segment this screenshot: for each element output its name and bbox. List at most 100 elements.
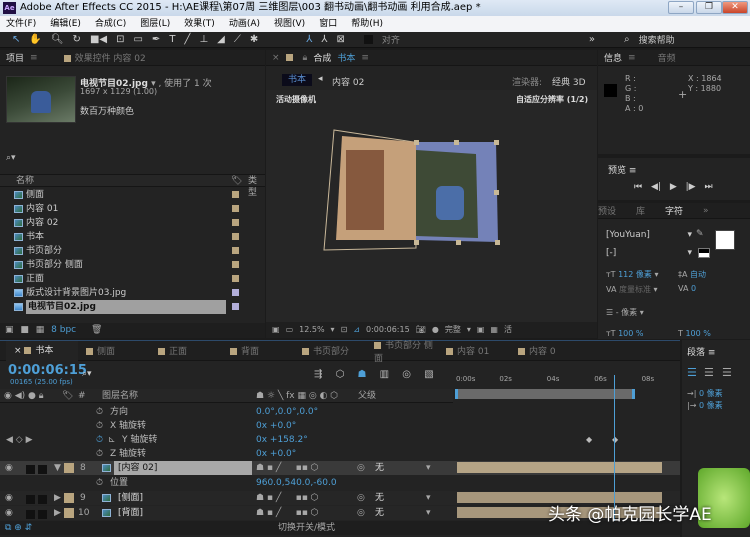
type-tool-icon[interactable]: T — [169, 34, 175, 45]
play-button[interactable]: ▶ — [670, 182, 677, 192]
selection-tool-icon[interactable]: ↖ — [12, 34, 20, 45]
label-swatch[interactable] — [232, 191, 239, 198]
parent-dropdown[interactable]: 无 — [375, 506, 384, 520]
fill-color-swatch[interactable] — [715, 230, 735, 250]
tab-comp-name[interactable]: 书本 — [337, 51, 355, 64]
label-swatch[interactable] — [232, 303, 239, 310]
layer-switches-toggle-icon[interactable]: ⧉ ⊕ ⇵ — [5, 521, 32, 535]
visibility-icon[interactable]: ◉ — [5, 506, 13, 520]
quality-dropdown[interactable]: 完整 — [445, 322, 461, 338]
menu-effect[interactable]: 效果(T) — [184, 16, 215, 32]
panel-menu-icon[interactable]: ≡ — [628, 53, 636, 63]
brush-tool-icon[interactable]: ╱ — [184, 34, 190, 45]
panel-overflow-icon[interactable]: » — [703, 206, 709, 216]
parent-dropdown[interactable]: 无 — [375, 491, 384, 505]
layer-name[interactable]: [侧面] — [118, 491, 143, 505]
draft-3d-icon[interactable]: ⬡ — [336, 369, 345, 380]
tab-paragraph[interactable]: 段落 — [687, 348, 705, 358]
align-center-icon[interactable]: ☰ — [704, 366, 714, 379]
tab-presets[interactable]: 预设 — [598, 204, 616, 217]
property-value[interactable]: 0x +158.2° — [256, 433, 308, 447]
monitor-icon[interactable]: ▭ — [286, 322, 294, 338]
menu-animation[interactable]: 动画(A) — [229, 16, 260, 32]
indent-left-value[interactable]: 0 像素 — [699, 389, 723, 398]
graph-icon[interactable]: ⊾ — [108, 433, 116, 447]
comp-flowchart-icon[interactable]: ⇶ — [314, 369, 322, 380]
last-frame-button[interactable]: ⏭ — [704, 182, 712, 192]
project-item[interactable]: 正面 — [0, 272, 265, 286]
chevron-down-icon[interactable]: ▾ — [426, 461, 431, 475]
panel-menu-icon[interactable]: ≡ — [361, 53, 369, 63]
column-number[interactable]: # — [78, 389, 86, 403]
pickwhip-icon[interactable]: ◎ — [357, 506, 365, 520]
menu-layer[interactable]: 图层(L) — [140, 16, 170, 32]
project-item[interactable]: 内容 01 — [0, 202, 265, 216]
chevron-down-icon[interactable]: ▾ — [426, 491, 431, 505]
column-layer-name[interactable]: 图层名称 — [102, 389, 138, 403]
font-style-dropdown[interactable]: [-] ▾ — [606, 248, 692, 258]
project-item[interactable]: 书页部分 — [0, 244, 265, 258]
tab-character[interactable]: 字符 — [665, 204, 683, 217]
expand-arrow-icon[interactable]: ▼ — [54, 461, 61, 475]
column-parent[interactable]: 父级 — [358, 389, 376, 403]
next-frame-button[interactable]: |▶ — [686, 182, 696, 192]
pen-tool-icon[interactable]: ✒ — [152, 34, 160, 45]
menu-edit[interactable]: 编辑(E) — [50, 16, 81, 32]
label-swatch[interactable] — [64, 493, 74, 503]
snapshot-icon[interactable]: 📷︎ — [416, 322, 426, 338]
channel-icon[interactable]: ● — [432, 322, 439, 338]
stopwatch-icon[interactable]: ⏱︎ — [96, 419, 103, 433]
close-button[interactable]: ✕ — [722, 1, 748, 14]
stopwatch-icon[interactable]: ⏱︎ — [96, 433, 103, 447]
label-swatch[interactable] — [232, 247, 239, 254]
label-swatch[interactable] — [64, 463, 74, 473]
layer-bar-8[interactable] — [457, 462, 662, 473]
project-item[interactable]: 电视节目02.jpg — [0, 300, 265, 314]
tracking-value[interactable]: 0 — [691, 284, 696, 293]
view-axis-icon[interactable]: ⊠ — [336, 34, 344, 45]
new-folder-icon[interactable]: ■ — [20, 325, 29, 335]
clone-stamp-tool-icon[interactable]: ⊥ — [199, 34, 208, 45]
project-item[interactable]: 版式设计背景图片03.jpg — [0, 286, 265, 300]
eyedropper-icon[interactable]: ✎ — [696, 229, 704, 239]
transparency-grid-icon[interactable]: ⊿ — [353, 322, 360, 338]
tab-effect-controls[interactable]: 效果控件 内容 02 — [75, 54, 146, 64]
frame-blending-icon[interactable]: ▥ — [380, 369, 389, 380]
tab-timeline-0[interactable]: × 书本 — [6, 340, 78, 361]
tab-preview[interactable]: 预览 — [608, 166, 626, 176]
keyframe-icon[interactable]: ◆ — [586, 435, 592, 444]
breadcrumb-active[interactable]: 书本 — [282, 74, 312, 86]
menu-view[interactable]: 视图(V) — [274, 16, 305, 32]
property-value[interactable]: 0x +0.0° — [256, 419, 296, 433]
label-column-icon[interactable]: 🏷︎ — [231, 175, 242, 187]
expand-arrow-icon[interactable]: ▶ — [54, 491, 61, 505]
puppet-pin-tool-icon[interactable]: ✱ — [250, 34, 258, 45]
tab-timeline-2[interactable]: 正面 — [150, 344, 222, 357]
viewer-timecode[interactable]: 0:00:06:15 — [366, 322, 410, 338]
roi-icon[interactable]: ▣ — [477, 322, 485, 338]
menu-help[interactable]: 帮助(H) — [351, 16, 383, 32]
project-item[interactable]: 侧面 — [0, 188, 265, 202]
align-right-icon[interactable]: ☰ — [722, 366, 732, 379]
default-colors-icon[interactable] — [698, 248, 710, 258]
snap-checkbox[interactable] — [363, 35, 373, 44]
stopwatch-icon[interactable]: ⏱︎ — [96, 405, 103, 419]
label-swatch[interactable] — [232, 205, 239, 212]
more-workspaces-icon[interactable]: » — [589, 34, 595, 45]
layer-name[interactable]: [内容 02] — [114, 461, 252, 475]
chevron-down-icon[interactable]: ▾ — [331, 322, 335, 338]
rectangle-tool-icon[interactable]: ▭ — [133, 34, 142, 45]
minimize-button[interactable]: – — [668, 1, 694, 14]
chevron-down-icon[interactable]: ▾ — [467, 322, 471, 338]
timeline-search-icon[interactable]: ⌕▾ — [82, 369, 92, 379]
leading-value[interactable]: 自动 — [690, 270, 706, 279]
property-row[interactable]: ⏱︎ Z 轴旋转 0x +0.0° — [0, 447, 680, 461]
visibility-icon[interactable]: ◉ — [5, 461, 13, 475]
label-swatch[interactable] — [232, 219, 239, 226]
always-preview-icon[interactable]: ▣ — [272, 322, 280, 338]
layer-switches[interactable]: ☗ ▪ ╱ ▪▪ ⬡ — [256, 461, 319, 475]
project-item[interactable]: 书页部分 侧面 — [0, 258, 265, 272]
breadcrumb-next[interactable]: 内容 02 — [332, 75, 364, 88]
roto-brush-tool-icon[interactable]: ⟋ — [234, 34, 241, 45]
menu-composition[interactable]: 合成(C) — [95, 16, 126, 32]
